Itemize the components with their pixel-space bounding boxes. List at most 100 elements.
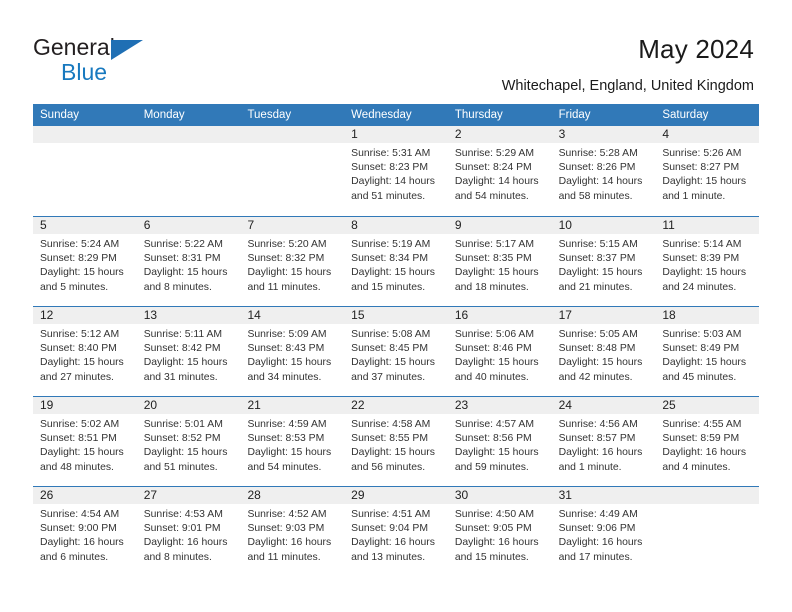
daylight-text-line1: Daylight: 15 hours <box>247 447 332 459</box>
calendar-day-cell[interactable]: 13 Sunrise: 5:11 AM Sunset: 8:42 PM Dayligh… <box>136 307 241 396</box>
sunset-text: Sunset: 8:27 PM <box>662 162 740 174</box>
sunset-text: Sunset: 9:06 PM <box>558 523 636 535</box>
sunrise-text: Sunrise: 4:59 AM <box>247 419 327 430</box>
daylight-text-line1: Daylight: 15 hours <box>454 357 539 369</box>
calendar-day-cell[interactable]: 21 Sunrise: 4:59 AM Sunset: 8:53 PM Dayligh… <box>240 397 345 486</box>
calendar-day-cell[interactable]: 8 Sunrise: 5:19 AM Sunset: 8:34 PM Daylight… <box>344 217 448 306</box>
sunset-text: Sunset: 8:56 PM <box>454 433 532 445</box>
daylight-text-line1: Daylight: 15 hours <box>40 357 124 369</box>
day-sun-info: Sunrise: 4:57 AM Sunset: 8:56 PM Daylight:… <box>448 414 552 475</box>
calendar-day-cell[interactable]: 5 Sunrise: 5:24 AM Sunset: 8:29 PM Daylight… <box>33 217 137 306</box>
day-sun-info: Sunrise: 4:50 AM Sunset: 9:05 PM Daylight:… <box>448 504 552 565</box>
daylight-text-line1: Daylight: 15 hours <box>454 447 539 459</box>
sunset-text: Sunset: 9:05 PM <box>454 523 532 535</box>
day-sun-info: Sunrise: 5:08 AM Sunset: 8:45 PM Daylight:… <box>344 324 448 385</box>
general-blue-logo[interactable]: General Blue <box>33 36 223 86</box>
day-number: 12 <box>33 307 137 324</box>
calendar-day-cell[interactable]: 7 Sunrise: 5:20 AM Sunset: 8:32 PM Daylight… <box>240 217 345 306</box>
daylight-text-line2: and 40 minutes. <box>454 371 529 383</box>
sunset-text: Sunset: 9:00 PM <box>40 523 117 535</box>
calendar-day-cell[interactable]: 23 Sunrise: 4:57 AM Sunset: 8:56 PM Dayligh… <box>447 397 552 486</box>
sunset-text: Sunset: 8:32 PM <box>247 253 325 265</box>
weekday-header-thursday: Thursday <box>454 109 503 121</box>
sunset-text: Sunset: 8:31 PM <box>143 253 221 265</box>
daylight-text-line2: and 24 minutes. <box>662 281 737 293</box>
sunrise-text: Sunrise: 5:02 AM <box>40 419 120 430</box>
calendar-day-cell-empty <box>33 126 137 216</box>
calendar-day-cell[interactable]: 3 Sunrise: 5:28 AM Sunset: 8:26 PM Daylight… <box>551 126 656 216</box>
day-number: 16 <box>447 307 552 324</box>
weekday-header-tuesday: Tuesday <box>247 109 292 121</box>
sunrise-text: Sunrise: 4:56 AM <box>558 419 638 430</box>
daylight-text-line1: Daylight: 15 hours <box>662 357 747 369</box>
day-number: 17 <box>551 307 656 324</box>
day-sun-info: Sunrise: 5:11 AM Sunset: 8:42 PM Daylight:… <box>137 324 241 385</box>
calendar-day-cell[interactable]: 25 Sunrise: 4:55 AM Sunset: 8:59 PM Dayligh… <box>655 397 760 486</box>
calendar-day-cell[interactable]: 17 Sunrise: 5:05 AM Sunset: 8:48 PM Dayligh… <box>551 307 656 396</box>
daylight-text-line2: and 27 minutes. <box>40 371 114 383</box>
daylight-text-line1: Daylight: 16 hours <box>247 537 332 549</box>
day-sun-info: Sunrise: 5:28 AM Sunset: 8:26 PM Daylight:… <box>552 143 656 204</box>
day-sun-info: Sunrise: 4:59 AM Sunset: 8:53 PM Daylight:… <box>240 414 344 475</box>
calendar-day-cell[interactable]: 28 Sunrise: 4:52 AM Sunset: 9:03 PM Dayligh… <box>240 487 345 576</box>
day-number: 14 <box>240 307 345 324</box>
calendar-day-cell[interactable]: 14 Sunrise: 5:09 AM Sunset: 8:43 PM Dayligh… <box>240 307 345 396</box>
day-sun-info: Sunrise: 5:03 AM Sunset: 8:49 PM Daylight:… <box>655 324 759 385</box>
day-number: 19 <box>33 397 137 414</box>
calendar-day-cell[interactable]: 6 Sunrise: 5:22 AM Sunset: 8:31 PM Daylight… <box>136 217 241 306</box>
daylight-text-line1: Daylight: 14 hours <box>351 176 435 188</box>
calendar-day-cell[interactable]: 30 Sunrise: 4:50 AM Sunset: 9:05 PM Dayligh… <box>447 487 552 576</box>
calendar-day-cell[interactable]: 24 Sunrise: 4:56 AM Sunset: 8:57 PM Dayligh… <box>551 397 656 486</box>
day-sun-info: Sunrise: 5:02 AM Sunset: 8:51 PM Daylight:… <box>33 414 137 475</box>
calendar-day-cell[interactable]: 11 Sunrise: 5:14 AM Sunset: 8:39 PM Dayligh… <box>655 217 760 306</box>
day-number: 7 <box>240 217 345 234</box>
calendar-day-cell-empty <box>240 126 345 216</box>
calendar-day-cell[interactable]: 31 Sunrise: 4:49 AM Sunset: 9:06 PM Dayligh… <box>551 487 656 576</box>
calendar-day-cell-empty <box>136 126 241 216</box>
day-number: 9 <box>447 217 552 234</box>
day-sun-info: Sunrise: 5:17 AM Sunset: 8:35 PM Daylight:… <box>448 234 552 295</box>
daylight-text-line2: and 37 minutes. <box>351 371 426 383</box>
daylight-text-line1: Daylight: 15 hours <box>454 267 539 279</box>
sunrise-text: Sunrise: 4:57 AM <box>454 419 535 430</box>
calendar-week-row: 1 Sunrise: 5:31 AM Sunset: 8:23 PM Daylight… <box>33 126 760 216</box>
daylight-text-line1: Daylight: 14 hours <box>558 176 643 188</box>
daylight-text-line2: and 48 minutes. <box>40 461 114 473</box>
calendar-day-cell[interactable]: 26 Sunrise: 4:54 AM Sunset: 9:00 PM Dayligh… <box>33 487 137 576</box>
day-number: 10 <box>551 217 656 234</box>
day-number: 11 <box>655 217 760 234</box>
day-number: 23 <box>447 397 552 414</box>
calendar-day-cell[interactable]: 1 Sunrise: 5:31 AM Sunset: 8:23 PM Daylight… <box>344 126 448 216</box>
calendar-day-cell[interactable]: 4 Sunrise: 5:26 AM Sunset: 8:27 PM Daylight… <box>655 126 760 216</box>
sunrise-text: Sunrise: 4:58 AM <box>351 419 431 430</box>
daylight-text-line1: Daylight: 15 hours <box>351 357 435 369</box>
calendar-day-cell[interactable]: 16 Sunrise: 5:06 AM Sunset: 8:46 PM Dayligh… <box>447 307 552 396</box>
day-number: 20 <box>136 397 241 414</box>
sunset-text: Sunset: 8:26 PM <box>558 162 636 174</box>
calendar-day-cell[interactable]: 22 Sunrise: 4:58 AM Sunset: 8:55 PM Dayligh… <box>344 397 448 486</box>
calendar-day-cell[interactable]: 29 Sunrise: 4:51 AM Sunset: 9:04 PM Dayligh… <box>344 487 448 576</box>
calendar-day-cell[interactable]: 2 Sunrise: 5:29 AM Sunset: 8:24 PM Daylight… <box>447 126 552 216</box>
sunrise-text: Sunrise: 5:11 AM <box>143 329 223 340</box>
day-sun-info: Sunrise: 4:56 AM Sunset: 8:57 PM Daylight:… <box>552 414 656 475</box>
calendar-day-cell[interactable]: 19 Sunrise: 5:02 AM Sunset: 8:51 PM Dayligh… <box>33 397 137 486</box>
calendar-day-cell[interactable]: 10 Sunrise: 5:15 AM Sunset: 8:37 PM Dayligh… <box>551 217 656 306</box>
sunset-text: Sunset: 9:01 PM <box>143 523 221 535</box>
page-header: General Blue May 2024 Whitechapel, Engla… <box>0 0 792 100</box>
calendar-day-cell[interactable]: 18 Sunrise: 5:03 AM Sunset: 8:49 PM Dayligh… <box>655 307 760 396</box>
sunset-text: Sunset: 8:37 PM <box>558 253 636 265</box>
day-number: 24 <box>551 397 656 414</box>
sunrise-text: Sunrise: 5:15 AM <box>558 239 638 250</box>
day-number: 27 <box>136 487 241 504</box>
calendar-day-cell[interactable]: 15 Sunrise: 5:08 AM Sunset: 8:45 PM Dayligh… <box>344 307 448 396</box>
sunrise-text: Sunrise: 5:19 AM <box>351 239 431 250</box>
calendar-day-cell[interactable]: 9 Sunrise: 5:17 AM Sunset: 8:35 PM Daylight… <box>447 217 552 306</box>
day-sun-info: Sunrise: 4:52 AM Sunset: 9:03 PM Daylight:… <box>240 504 344 565</box>
calendar-day-cell[interactable]: 12 Sunrise: 5:12 AM Sunset: 8:40 PM Dayligh… <box>33 307 137 396</box>
daylight-text-line2: and 54 minutes. <box>454 190 529 202</box>
daylight-text-line1: Daylight: 16 hours <box>454 537 539 549</box>
calendar-day-cell[interactable]: 27 Sunrise: 4:53 AM Sunset: 9:01 PM Dayligh… <box>136 487 241 576</box>
daylight-text-line2: and 59 minutes. <box>454 461 529 473</box>
sunrise-text: Sunrise: 5:06 AM <box>454 329 535 340</box>
calendar-day-cell[interactable]: 20 Sunrise: 5:01 AM Sunset: 8:52 PM Dayligh… <box>136 397 241 486</box>
